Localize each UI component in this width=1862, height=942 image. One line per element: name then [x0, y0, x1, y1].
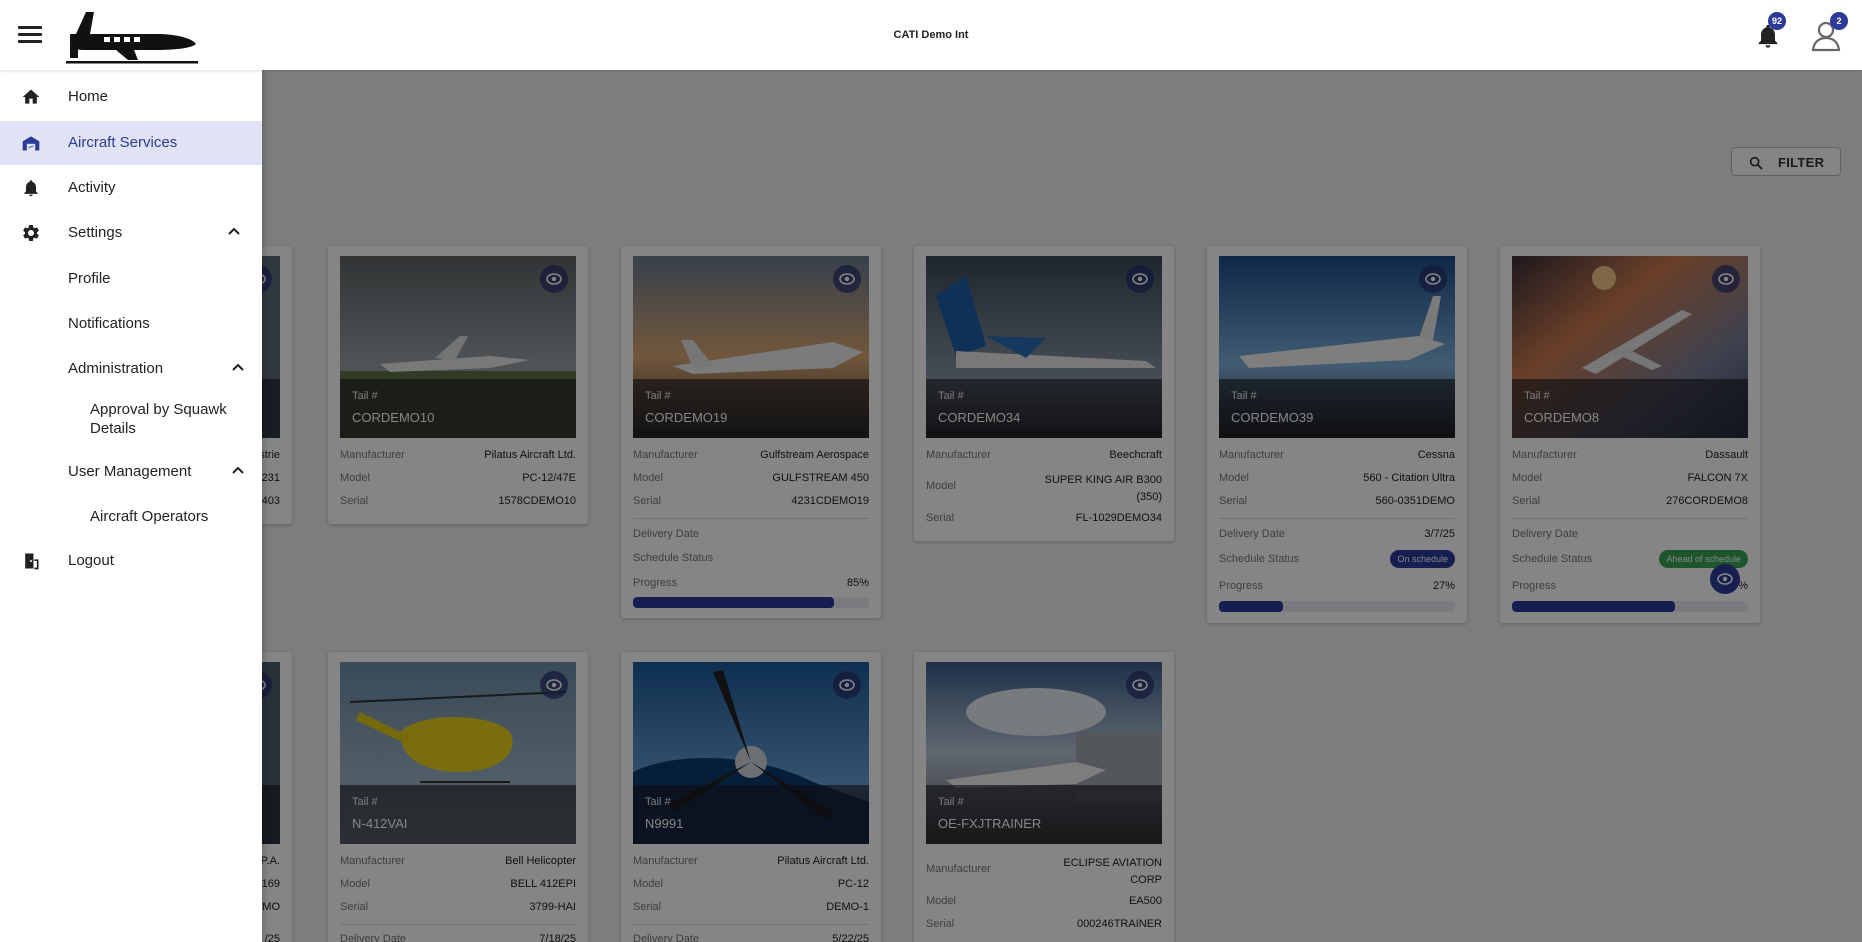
nav-label: User Management	[68, 463, 192, 480]
chevron-up-icon	[232, 466, 244, 474]
nav-item-user-management[interactable]: User Management	[0, 449, 262, 493]
chevron-up-icon	[228, 227, 240, 235]
user-badge: 2	[1830, 12, 1848, 30]
nav-item-logout[interactable]: Logout	[0, 539, 262, 583]
nav-label: Activity	[68, 179, 116, 196]
hangar-icon	[22, 136, 40, 151]
company-logo[interactable]	[64, 4, 200, 64]
nav-label: Approval by Squawk Details	[90, 401, 227, 437]
nav-label: Logout	[68, 552, 114, 569]
nav-item-administration[interactable]: Administration	[0, 346, 262, 390]
nav-item-notifications[interactable]: Notifications	[0, 301, 262, 345]
notifications-count-badge: 92	[1768, 12, 1786, 30]
bell-icon	[24, 180, 38, 197]
nav-label: Aircraft Operators	[90, 508, 209, 525]
top-app-bar: CATI Demo Int 92 2	[0, 0, 1862, 70]
nav-label: Notifications	[68, 315, 150, 332]
nav-label: Aircraft Services	[68, 134, 178, 151]
gear-icon	[23, 225, 39, 241]
nav-label: Administration	[68, 360, 164, 377]
navigation-drawer: Home Aircraft Services Activity Settings…	[0, 70, 262, 942]
app-title: CATI Demo Int	[893, 29, 969, 41]
nav-label: Profile	[68, 270, 111, 287]
nav-label: Home	[68, 88, 109, 105]
nav-item-activity[interactable]: Activity	[0, 166, 262, 210]
logout-door-icon	[25, 553, 39, 570]
nav-item-home[interactable]: Home	[0, 75, 262, 119]
drawer-backdrop[interactable]	[0, 70, 1862, 942]
nav-item-profile[interactable]: Profile	[0, 256, 262, 300]
chevron-up-icon	[232, 363, 244, 371]
menu-icon[interactable]	[16, 22, 44, 50]
nav-item-aircraft-operators[interactable]: Aircraft Operators	[0, 494, 262, 538]
nav-item-aircraft-services[interactable]: Aircraft Services	[0, 121, 262, 165]
nav-item-approval-by-squawk-details[interactable]: Approval by Squawk Details	[0, 394, 262, 442]
user-account-icon[interactable]: 2	[1810, 12, 1848, 52]
nav-item-settings[interactable]: Settings	[0, 211, 262, 255]
home-icon	[22, 89, 40, 104]
nav-label: Settings	[68, 224, 123, 241]
notifications-bell-icon[interactable]: 92	[1754, 12, 1786, 50]
